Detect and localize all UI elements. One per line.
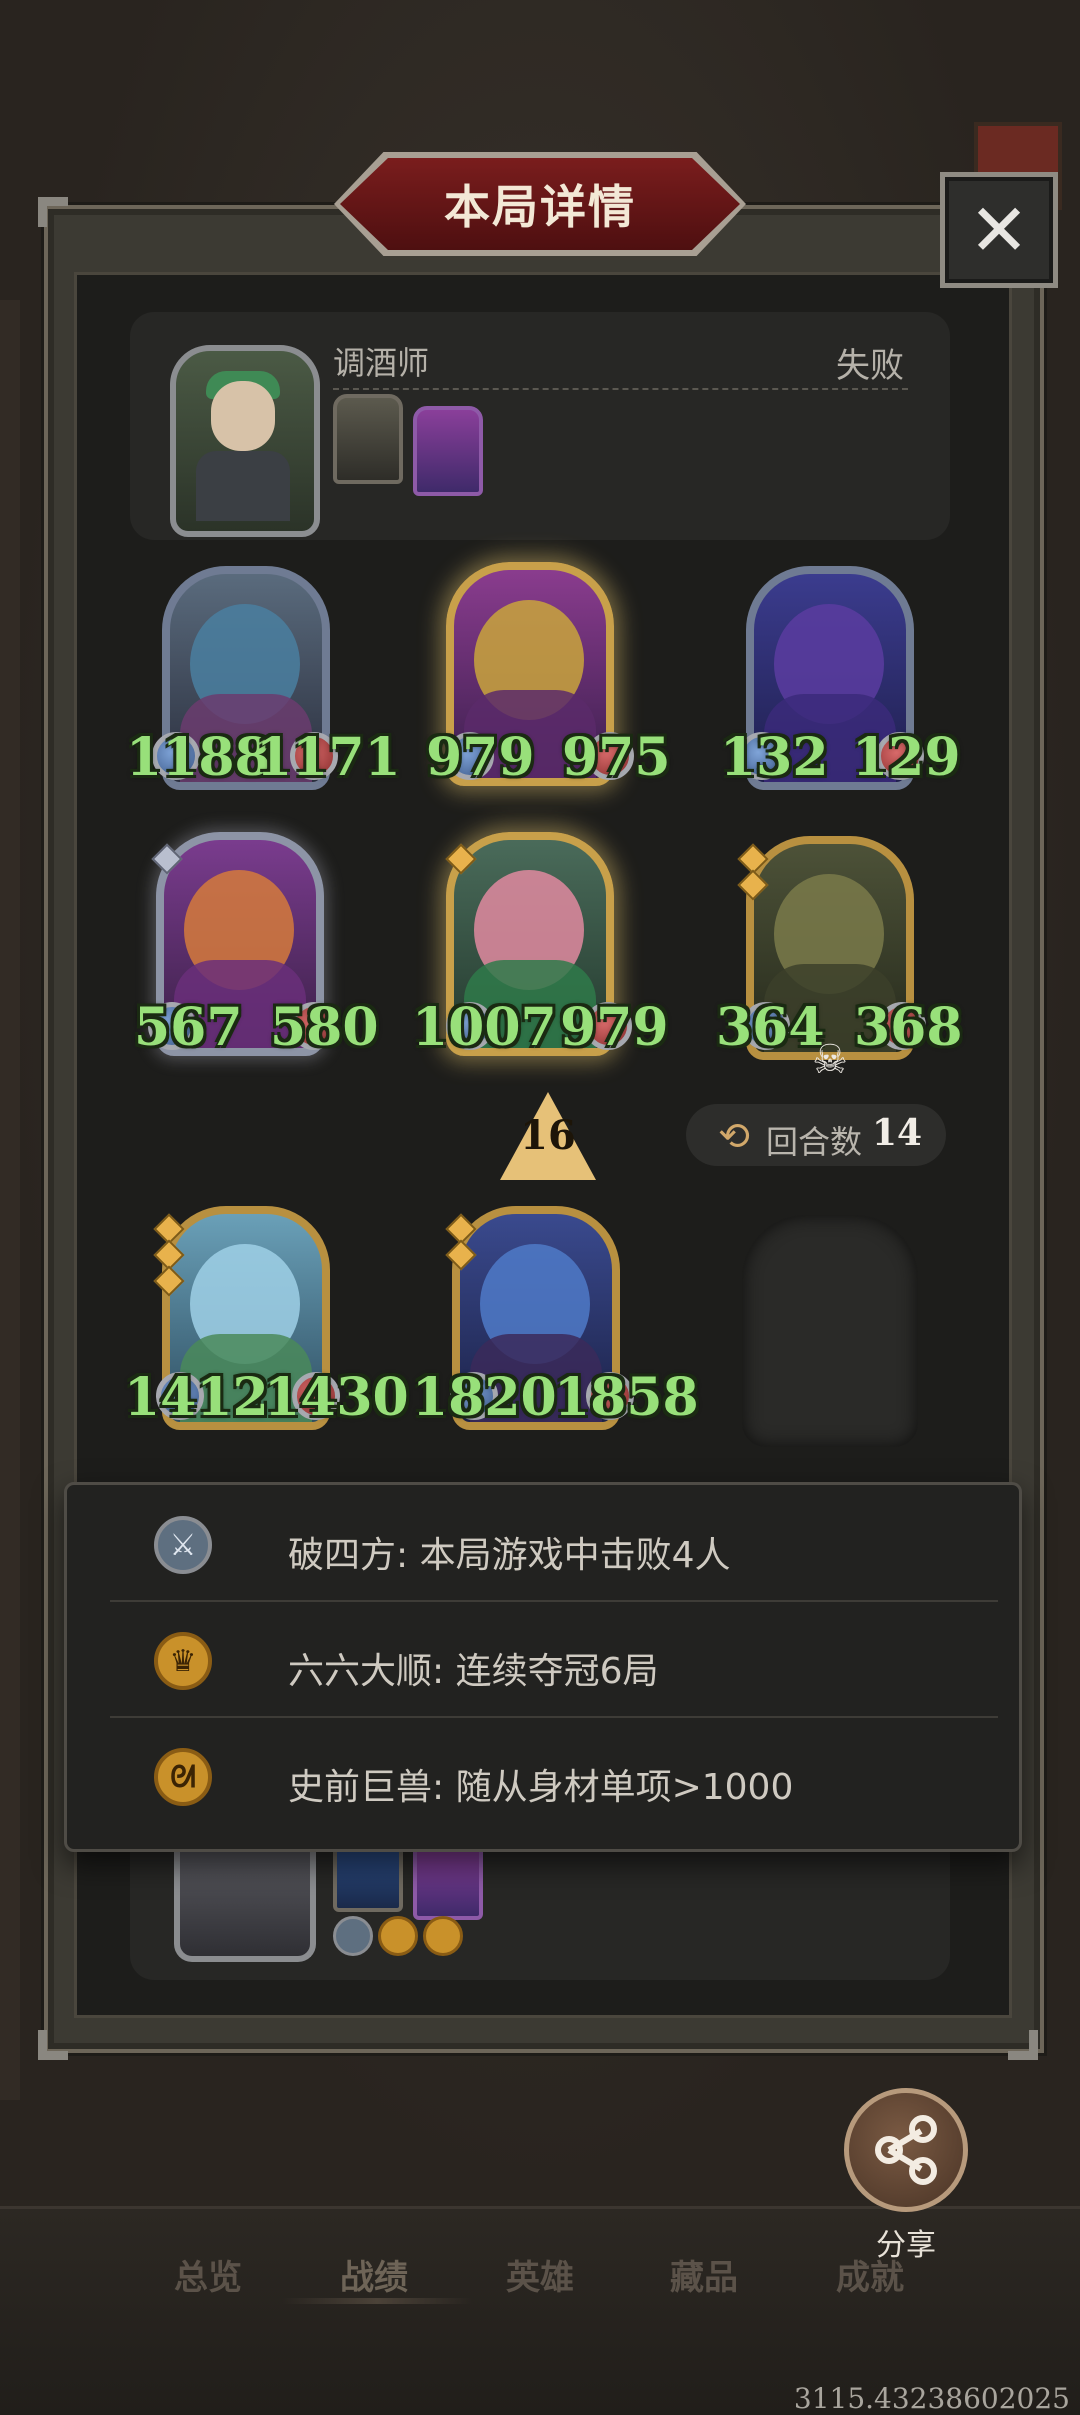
minion-attack: 132 <box>720 727 829 788</box>
swords-icon: ⚔ <box>154 1516 212 1574</box>
swords-icon <box>333 1916 373 1956</box>
spell-card-icon[interactable] <box>413 406 483 496</box>
background-stripe <box>0 300 20 2100</box>
claw-icon: ᘛ <box>154 1748 212 1806</box>
close-button[interactable]: ✕ <box>940 172 1058 288</box>
divider <box>333 388 908 390</box>
achievement-row: ᘛ 史前巨兽: 随从身材单项>1000 <box>110 1720 998 1836</box>
minion-attack: 567 <box>134 997 243 1058</box>
tab-overview[interactable]: 总览 <box>138 2250 278 2299</box>
player-name: 调酒师 <box>333 344 430 382</box>
achievement-text: 六六大顺: 连续夺冠6局 <box>288 1651 659 1692</box>
crown-icon <box>378 1916 418 1956</box>
turns-value: 14 <box>872 1112 923 1154</box>
match-result: 失败 <box>836 346 904 386</box>
tab-heroes[interactable]: 英雄 <box>470 2250 610 2299</box>
share-button[interactable] <box>844 2088 968 2212</box>
opponent-portrait[interactable] <box>174 1846 316 1962</box>
turns-label: 回合数 <box>766 1123 863 1161</box>
page-title: 本局详情 <box>444 180 636 234</box>
empty-minion-slot <box>742 1215 918 1447</box>
minion-health: 129 <box>852 727 961 788</box>
share-icon <box>875 2115 937 2185</box>
crown-icon: ♛ <box>154 1632 212 1690</box>
minion-health: 1171 <box>256 727 401 788</box>
tab-collection[interactable]: 藏品 <box>634 2250 774 2299</box>
minion-health: 1858 <box>554 1367 699 1428</box>
trinket-icon[interactable] <box>333 1846 403 1912</box>
tavern-tier-level: 16 <box>520 1112 576 1159</box>
close-icon: ✕ <box>968 188 1030 272</box>
minion-attack: 1412 <box>124 1367 269 1428</box>
achievement-row: ♛ 六六大顺: 连续夺冠6局 <box>110 1604 998 1720</box>
minion-health: 368 <box>854 997 963 1058</box>
minion-health: 1430 <box>264 1367 409 1428</box>
divider <box>110 1600 998 1602</box>
achievement-text: 史前巨兽: 随从身材单项>1000 <box>288 1767 794 1808</box>
hero-body <box>196 451 290 521</box>
active-tab-indicator <box>282 2298 472 2304</box>
claw-icon <box>423 1916 463 1956</box>
share-label: 分享 <box>876 2228 936 2263</box>
minion-health: 979 <box>560 997 669 1058</box>
achievement-row: ⚔ 破四方: 本局游戏中击败4人 <box>110 1488 998 1604</box>
minion-attack: 1188 <box>126 727 271 788</box>
hero-portrait[interactable] <box>170 345 320 537</box>
spell-card-icon[interactable] <box>413 1846 483 1920</box>
achievement-text: 破四方: 本局游戏中击败4人 <box>288 1535 731 1576</box>
version-string: 3115.43238602025 <box>793 2382 1070 2415</box>
trinket-icon[interactable] <box>333 394 403 484</box>
hero-face <box>211 381 275 451</box>
minion-health: 580 <box>270 997 379 1058</box>
skull-icon: ☠ <box>812 1037 848 1083</box>
minion-attack: 1007 <box>412 997 557 1058</box>
refresh-icon: ⟲ <box>718 1114 750 1158</box>
minion-attack: 1820 <box>412 1367 557 1428</box>
minion-health: 975 <box>562 727 671 788</box>
divider <box>110 1716 998 1718</box>
minion-attack: 979 <box>426 727 535 788</box>
tab-records[interactable]: 战绩 <box>304 2250 444 2299</box>
